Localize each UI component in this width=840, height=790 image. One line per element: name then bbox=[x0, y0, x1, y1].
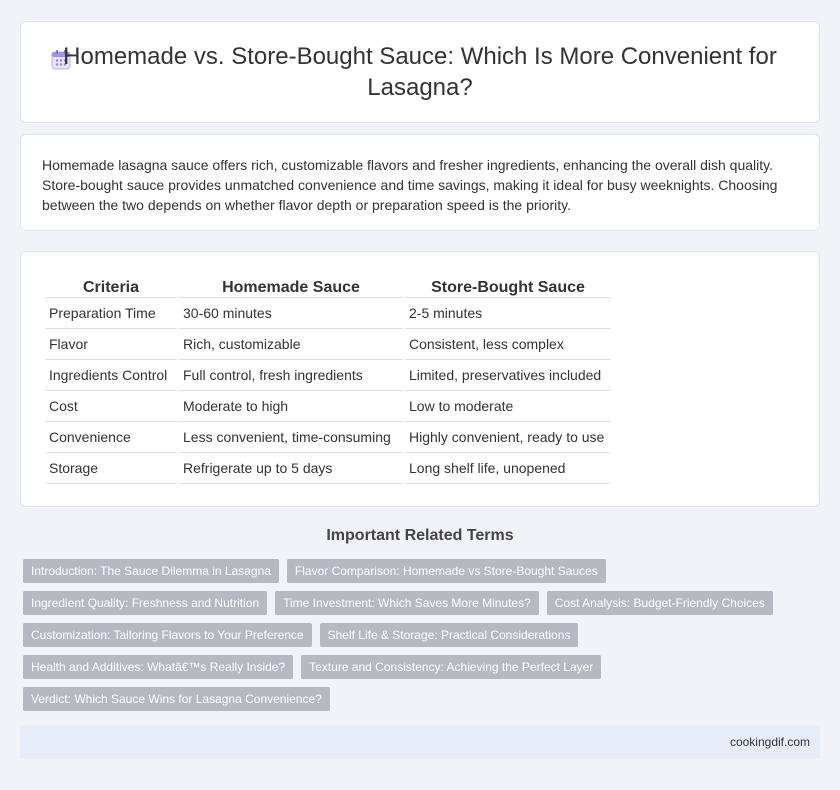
related-term-tag[interactable]: Introduction: The Sauce Dilemma in Lasag… bbox=[23, 559, 279, 583]
table-cell: Cost bbox=[45, 391, 177, 422]
page-title: Homemade vs. Store-Bought Sauce: Which I… bbox=[63, 43, 777, 101]
table-cell: Rich, customizable bbox=[179, 329, 403, 360]
table-cell: 30-60 minutes bbox=[179, 298, 403, 329]
related-term-tag[interactable]: Verdict: Which Sauce Wins for Lasagna Co… bbox=[23, 687, 330, 711]
related-term-tag[interactable]: Shelf Life & Storage: Practical Consider… bbox=[319, 623, 579, 647]
table-row: Flavor Rich, customizable Consistent, le… bbox=[45, 329, 611, 360]
table-cell: Consistent, less complex bbox=[405, 329, 611, 360]
related-term-tag[interactable]: Cost Analysis: Budget-Friendly Choices bbox=[546, 591, 773, 615]
table-cell: Long shelf life, unopened bbox=[405, 453, 611, 484]
table-row: Storage Refrigerate up to 5 days Long sh… bbox=[45, 453, 611, 484]
related-term-tag[interactable]: Flavor Comparison: Homemade vs Store-Bou… bbox=[286, 559, 606, 583]
related-terms-heading: Important Related Terms bbox=[326, 527, 514, 544]
table-row: Convenience Less convenient, time-consum… bbox=[45, 422, 611, 453]
table-cell: 2-5 minutes bbox=[405, 298, 611, 329]
table-cell: Storage bbox=[45, 453, 177, 484]
comparison-table-card: Criteria Homemade Sauce Store-Bought Sau… bbox=[20, 251, 820, 507]
table-cell: Highly convenient, ready to use bbox=[405, 422, 611, 453]
table-cell: Limited, preservatives included bbox=[405, 360, 611, 391]
table-row: Cost Moderate to high Low to moderate bbox=[45, 391, 611, 422]
table-cell: Moderate to high bbox=[179, 391, 403, 422]
column-header-criteria: Criteria bbox=[45, 274, 177, 298]
table-cell: Full control, fresh ingredients bbox=[179, 360, 403, 391]
table-cell: Preparation Time bbox=[45, 298, 177, 329]
table-header-row: Criteria Homemade Sauce Store-Bought Sau… bbox=[45, 274, 611, 298]
summary-text: Homemade lasagna sauce offers rich, cust… bbox=[42, 157, 778, 213]
footer-site-name: cookingdif.com bbox=[729, 735, 810, 749]
related-terms-list: Introduction: The Sauce Dilemma in Lasag… bbox=[23, 559, 803, 719]
table-cell: Flavor bbox=[45, 329, 177, 360]
table-cell: Refrigerate up to 5 days bbox=[179, 453, 403, 484]
column-header-store-bought: Store-Bought Sauce bbox=[405, 274, 611, 298]
table-cell: Low to moderate bbox=[405, 391, 611, 422]
related-term-tag[interactable]: Time Investment: Which Saves More Minute… bbox=[275, 591, 539, 615]
column-header-homemade: Homemade Sauce bbox=[179, 274, 403, 298]
table-cell: Less convenient, time-consuming bbox=[179, 422, 403, 453]
summary-card: Homemade lasagna sauce offers rich, cust… bbox=[20, 134, 820, 231]
table-row: Ingredients Control Full control, fresh … bbox=[45, 360, 611, 391]
header-card: Homemade vs. Store-Bought Sauce: Which I… bbox=[20, 21, 820, 123]
related-term-tag[interactable]: Texture and Consistency: Achieving the P… bbox=[301, 655, 602, 679]
comparison-table: Criteria Homemade Sauce Store-Bought Sau… bbox=[43, 274, 613, 484]
footer: cookingdif.com bbox=[20, 726, 820, 759]
related-term-tag[interactable]: Ingredient Quality: Freshness and Nutrit… bbox=[23, 591, 268, 615]
table-cell: Ingredients Control bbox=[45, 360, 177, 391]
related-term-tag[interactable]: Customization: Tailoring Flavors to Your… bbox=[23, 623, 312, 647]
table-row: Preparation Time 30-60 minutes 2-5 minut… bbox=[45, 298, 611, 329]
related-term-tag[interactable]: Health and Additives: Whatâ€™s Really In… bbox=[23, 655, 294, 679]
table-cell: Convenience bbox=[45, 422, 177, 453]
